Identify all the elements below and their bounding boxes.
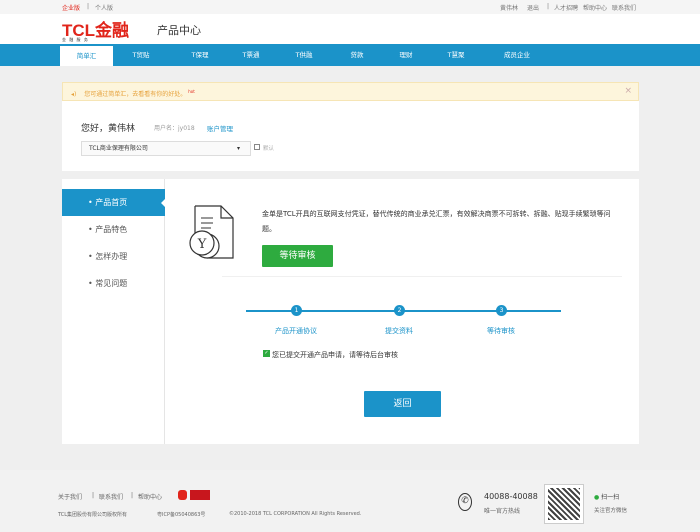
company-select[interactable]: TCL商业保理有限公司 ▾ (81, 141, 251, 156)
close-icon[interactable]: × (624, 83, 632, 100)
pending-review-button[interactable]: 等待审核 (262, 245, 333, 267)
nav-item-members[interactable]: 成员企业 (492, 44, 542, 66)
step-2-label: 提交资料 (385, 327, 413, 335)
wechat-subtitle: 关注官方微信 (594, 508, 628, 514)
wechat-icon: ● (594, 494, 600, 501)
greeting: 您好，黄伟林 (81, 124, 136, 134)
header: TCL金融 金 融 服 务 产品中心 (0, 14, 700, 44)
logout-link[interactable]: 退出 (527, 3, 539, 12)
hot-badge: hot (188, 89, 195, 94)
nav-item-tgongrong[interactable]: T供融 (279, 44, 329, 66)
top-bar: 企业版 | 个人版 黄伟林 退出 | 人才招聘 帮助中心 联系我们 (0, 0, 700, 14)
phone-icon: ✆ (458, 493, 472, 511)
sidebar-item-how-to[interactable]: • 怎样办理 (62, 243, 165, 270)
jobs-link[interactable]: 人才招聘 (554, 3, 578, 12)
default-label: 默认 (263, 146, 275, 152)
default-checkbox[interactable] (254, 144, 260, 150)
footer-icp: 粤ICP备05040863号 (157, 512, 206, 518)
product-card: • 产品首页 • 产品特色 • 怎样办理 • 常见问题 Y 金单是TCL开具的互… (62, 179, 639, 444)
qr-code (544, 484, 584, 524)
sidebar: • 产品首页 • 产品特色 • 怎样办理 • 常见问题 (62, 179, 166, 444)
nav-item-thuiju[interactable]: T慧聚 (431, 44, 481, 66)
step-1-marker: 1 (291, 305, 302, 316)
submitted-message: 您已提交开通产品申请，请等待后台审核 (272, 351, 398, 359)
footer-link-help[interactable]: 帮助中心 (138, 492, 162, 501)
trust-badge-icon (178, 490, 187, 500)
nav-item-loan[interactable]: 贷款 (332, 44, 382, 66)
footer-copyright: ©2010-2018 TCL CORPORATION All Rights Re… (229, 511, 362, 517)
nav-item-tmaotie[interactable]: T贸贴 (116, 44, 166, 66)
user-name-link[interactable]: 黄伟林 (500, 3, 518, 12)
nav-item-finance[interactable]: 理财 (381, 44, 431, 66)
chevron-down-icon: ▾ (236, 145, 240, 152)
nav-item-tbaoli[interactable]: T保理 (175, 44, 225, 66)
step-3-marker: 3 (496, 305, 507, 316)
step-2-marker: 2 (394, 305, 405, 316)
notice-bar: ◂) 您可通过简单汇，去看看有你的好处。 hot × (62, 82, 639, 101)
hotline-label: 唯一官方热线 (484, 508, 521, 515)
step-3-label: 等待审核 (487, 327, 515, 335)
sidebar-item-home[interactable]: • 产品首页 (62, 189, 166, 216)
footer-link-about[interactable]: 关于我们 (58, 492, 82, 501)
check-icon: ✓ (263, 350, 270, 357)
main-nav: 简单汇 T贸贴 T保理 T票通 T供融 贷款 理财 T慧聚 成员企业 (0, 44, 700, 66)
page-title: 产品中心 (157, 24, 201, 37)
sidebar-item-faq[interactable]: • 常见问题 (62, 270, 165, 297)
company-select-value: TCL商业保理有限公司 (89, 145, 148, 152)
username: 用户名：jy018 (154, 125, 195, 132)
account-management-link[interactable]: 账户管理 (207, 123, 233, 133)
nav-item-tpiaotong[interactable]: T票通 (226, 44, 276, 66)
footer-link-contact[interactable]: 联系我们 (99, 492, 123, 501)
help-link[interactable]: 帮助中心 (583, 3, 607, 12)
footer-company: TCL集团股份有限公司版权所有 (58, 512, 128, 518)
logo-subtitle: 金 融 服 务 (62, 37, 89, 42)
back-button[interactable]: 返回 (364, 391, 441, 417)
product-description: 金单是TCL开具的互联网支付凭证，替代传统的商业承兑汇票，有效解决商票不可拆转、… (262, 210, 611, 233)
notice-text[interactable]: 您可通过简单汇，去看看有你的好处。 (84, 91, 186, 98)
step-1-label: 产品开通协议 (275, 327, 317, 335)
enterprise-link[interactable]: 企业版 (62, 3, 80, 12)
nav-item-jiandanhui[interactable]: 简单汇 (60, 46, 113, 66)
svg-text:Y: Y (197, 237, 207, 252)
contact-link[interactable]: 联系我们 (612, 3, 636, 12)
personal-link[interactable]: 个人版 (95, 3, 113, 12)
document-yuan-icon: Y (189, 205, 234, 259)
certification-badge-icon (190, 490, 210, 500)
wechat-label: ● 扫一扫 (594, 494, 620, 501)
user-panel: 您好，黄伟林 用户名：jy018 账户管理 TCL商业保理有限公司 ▾ 默认 (62, 101, 639, 171)
speaker-icon: ◂) (71, 91, 77, 98)
hotline-number: 40088-40088 (484, 492, 538, 501)
footer: 关于我们 | 联系我们 | 帮助中心 TCL集团股份有限公司版权所有 粤ICP备… (0, 470, 700, 532)
sidebar-item-features[interactable]: • 产品特色 (62, 216, 165, 243)
